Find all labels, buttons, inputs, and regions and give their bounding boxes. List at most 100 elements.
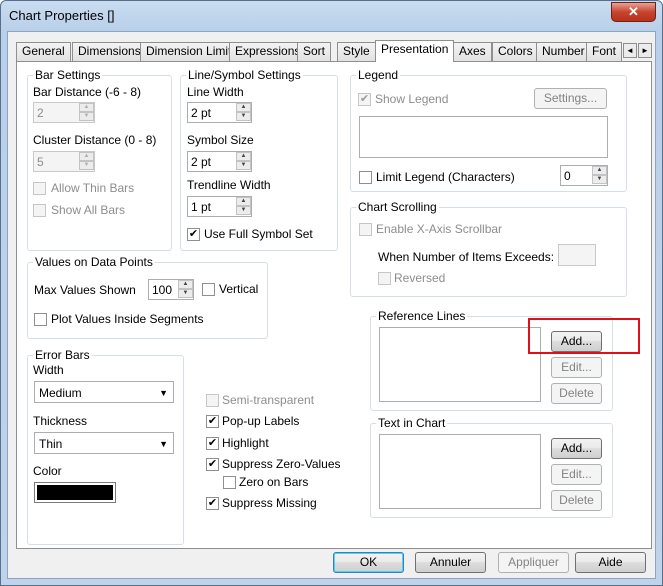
symbol-size-label: Symbol Size [187,133,254,147]
trendline-width-value: 1 pt [191,200,212,214]
reference-lines-list[interactable] [379,327,541,402]
spin-down-icon[interactable]: ▼ [592,175,607,184]
error-thickness-select[interactable]: Thin ▼ [34,432,174,454]
help-button[interactable]: Aide [575,552,646,573]
legend-settings-button[interactable]: Settings... [534,88,607,109]
error-color-swatch[interactable] [34,482,116,503]
reversed-checkbox[interactable] [378,272,391,285]
text-in-chart-group: Text in Chart Add... Edit... Delete [370,416,613,518]
text-in-chart-list[interactable] [379,434,541,509]
plot-inside-checkbox[interactable] [34,313,47,326]
spin-down-icon[interactable]: ▼ [236,206,251,215]
presentation-panel: Bar Settings Bar Distance (-6 - 8) 2 ▲ ▼ … [16,61,652,549]
suppress-missing-label: Suppress Missing [222,496,317,510]
spin-up-icon[interactable]: ▲ [236,103,251,112]
checkmark-icon: ✔ [207,415,218,427]
highlight-label: Highlight [222,436,269,450]
text-in-chart-add-button[interactable]: Add... [551,438,602,459]
chart-scrolling-group: Chart Scrolling Enable X-Axis Scrollbar … [350,200,627,297]
tab-dimension-limits[interactable]: Dimension Limits [140,42,244,61]
spin-down-icon[interactable]: ▼ [79,161,94,170]
limit-legend-checkbox[interactable] [359,171,372,184]
error-thickness-label: Thickness [33,414,88,428]
bar-distance-spinner[interactable]: 2 ▲ ▼ [33,102,95,123]
tab-scroll-right-icon[interactable]: ► [638,43,652,58]
trendline-width-spinner[interactable]: 1 pt ▲ ▼ [187,196,252,217]
ok-button[interactable]: OK [333,552,404,573]
chevron-down-icon: ▼ [159,439,168,449]
limit-legend-value: 0 [564,169,571,183]
close-button[interactable]: ✕ [611,2,656,22]
cluster-distance-spinner[interactable]: 5 ▲ ▼ [33,151,95,172]
plot-inside-label: Plot Values Inside Segments [51,312,204,326]
allow-thin-bars-checkbox[interactable] [33,182,46,195]
legend-preview-box [359,116,608,158]
cancel-button[interactable]: Annuler [415,552,486,573]
enable-scrollbar-label: Enable X-Axis Scrollbar [376,222,503,236]
line-width-label: Line Width [187,85,244,99]
suppress-zero-checkbox[interactable]: ✔ [206,458,219,471]
legend-group: Legend ✔ Show Legend Settings... Limit L… [350,68,627,192]
spin-up-icon[interactable]: ▲ [236,152,251,161]
spin-up-icon[interactable]: ▲ [592,166,607,175]
popup-labels-checkbox[interactable]: ✔ [206,415,219,428]
error-width-value: Medium [39,386,82,400]
tab-style[interactable]: Style [337,42,376,61]
reference-lines-title: Reference Lines [376,309,468,323]
line-width-value: 2 pt [191,106,212,120]
tab-general[interactable]: General [16,42,71,61]
tab-sort[interactable]: Sort [297,42,332,61]
reference-lines-edit-button[interactable]: Edit... [551,357,602,378]
tab-expressions[interactable]: Expressions [229,42,307,61]
limit-legend-spinner[interactable]: 0 ▲ ▼ [560,165,608,186]
show-all-bars-checkbox[interactable] [33,204,46,217]
show-legend-label: Show Legend [375,92,449,106]
chevron-down-icon: ▼ [159,388,168,398]
tab-scroll-left-icon[interactable]: ◄ [623,43,637,58]
vertical-checkbox[interactable] [202,283,215,296]
items-exceeds-input[interactable] [558,244,596,266]
spin-up-icon[interactable]: ▲ [236,197,251,206]
enable-scrollbar-checkbox[interactable] [359,223,372,236]
cluster-distance-value: 5 [37,155,44,169]
spin-down-icon[interactable]: ▼ [236,112,251,121]
symbol-size-value: 2 pt [191,155,212,169]
line-symbol-title: Line/Symbol Settings [186,68,303,82]
tab-presentation[interactable]: Presentation [375,40,455,62]
highlight-checkbox[interactable]: ✔ [206,437,219,450]
spin-down-icon[interactable]: ▼ [178,289,193,298]
tab-dimensions[interactable]: Dimensions [72,42,147,61]
text-in-chart-edit-button[interactable]: Edit... [551,464,602,485]
use-full-symbol-set-label: Use Full Symbol Set [204,227,313,241]
tab-number[interactable]: Number [536,42,591,61]
tab-colors[interactable]: Colors [492,42,539,61]
error-width-label: Width [33,363,64,377]
use-full-symbol-set-checkbox[interactable]: ✔ [187,228,200,241]
show-legend-checkbox[interactable]: ✔ [358,93,371,106]
trendline-width-label: Trendline Width [187,178,271,192]
spin-down-icon[interactable]: ▼ [236,161,251,170]
limit-legend-label: Limit Legend (Characters) [376,170,515,184]
suppress-missing-checkbox[interactable]: ✔ [206,497,219,510]
popup-labels-label: Pop-up Labels [222,414,300,428]
zero-on-bars-checkbox[interactable] [223,476,236,489]
text-in-chart-delete-button[interactable]: Delete [551,490,602,511]
tab-font[interactable]: Font [586,42,623,61]
bar-settings-group: Bar Settings Bar Distance (-6 - 8) 2 ▲ ▼ … [27,68,172,251]
checkmark-icon: ✔ [207,458,218,470]
spin-down-icon[interactable]: ▼ [79,112,94,121]
spin-up-icon[interactable]: ▲ [79,103,94,112]
chart-properties-dialog: Chart Properties [] ✕ General Dimensions… [0,0,663,586]
semi-transparent-checkbox[interactable] [206,394,219,407]
reference-lines-delete-button[interactable]: Delete [551,383,602,404]
max-values-spinner[interactable]: 100 ▲ ▼ [148,279,194,300]
max-values-value: 100 [152,283,173,297]
line-width-spinner[interactable]: 2 pt ▲ ▼ [187,102,252,123]
error-width-select[interactable]: Medium ▼ [34,381,174,403]
spin-up-icon[interactable]: ▲ [178,280,193,289]
tab-axes[interactable]: Axes [453,42,492,61]
spin-up-icon[interactable]: ▲ [79,152,94,161]
symbol-size-spinner[interactable]: 2 pt ▲ ▼ [187,151,252,172]
apply-button[interactable]: Appliquer [498,552,569,573]
vertical-label: Vertical [219,282,259,296]
